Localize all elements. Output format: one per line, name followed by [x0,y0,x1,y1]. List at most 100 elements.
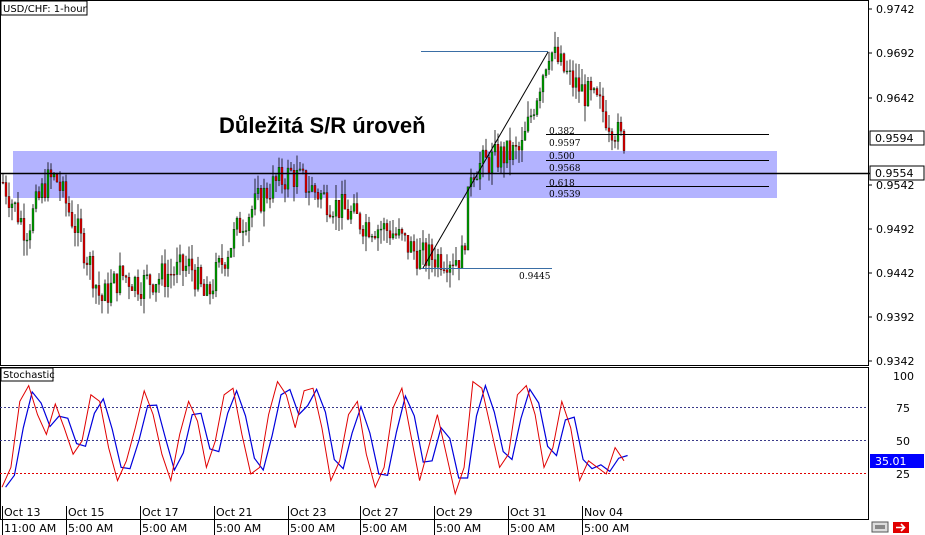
stochastic-title: Stochastic [3,370,55,381]
candle-body [358,213,362,230]
time-tick-time: 11:00 AM [4,522,56,535]
candle-body [508,140,512,160]
candle-body [343,194,347,210]
candle-body [19,218,23,223]
candle-body [178,254,182,263]
candle-body [355,203,359,214]
candle-body [322,192,326,194]
candle-body [229,248,233,258]
candle-body [568,70,572,72]
candle-body [217,258,221,263]
candle-body [73,226,77,233]
candle-body [589,81,593,91]
candle-body [247,217,251,231]
candle-body [25,239,29,242]
time-tick-time: 5:00 AM [290,522,335,535]
candle-body [406,235,410,253]
candle-body [451,264,455,267]
candle-body [475,178,479,181]
candle-body [244,230,248,232]
candle-body [256,188,260,194]
time-tick-date: Oct 17 [142,506,179,519]
candle-body [103,283,107,301]
candle-body [151,284,155,293]
time-tick-date: Oct 29 [436,506,473,519]
candle-body [241,230,245,233]
stoch-axis-label: 75 [896,402,910,415]
candle-body [34,191,38,209]
time-tick-date: Oct 15 [68,506,105,519]
fib-level-618-price: 0.9539 [549,190,581,200]
candle-body [91,255,95,289]
candle-body [598,94,602,97]
candle-body [595,88,599,95]
candle-body [391,233,395,239]
candle-body [94,285,98,289]
candle-body [223,264,227,269]
candle-body [238,217,242,233]
candle-body [571,70,575,88]
candle-body [55,173,59,183]
candle-body [370,236,374,238]
candle-body [409,241,413,253]
candle-body [4,182,8,197]
candle-body [196,267,200,290]
candle-body [373,236,377,239]
candle-body [613,140,617,142]
candle-body [610,131,614,141]
candle-body [139,294,143,299]
candle-body [319,193,323,200]
candle-body [232,229,236,249]
candle-body [298,168,302,171]
candle-body [361,228,365,237]
candle-body [292,170,296,187]
candle-body [289,167,293,171]
price-tick: 0.9442 [876,267,915,280]
candle-body [100,295,104,301]
candle-body [382,223,386,230]
candle-body [580,84,584,92]
candle-body [397,229,401,236]
time-tick-time: 5:00 AM [510,522,555,535]
candle-body [559,53,563,63]
fib-level-500-price: 0.9568 [549,164,581,174]
candle-body [214,262,218,292]
candle-body [301,168,305,171]
candle-body [307,191,311,193]
candle-body [436,254,440,268]
candle-body [61,181,65,191]
time-tick-time: 5:00 AM [362,522,407,535]
candle-body [295,169,299,187]
fib-level-618-ratio: 0.618 [549,179,575,189]
time-tick-date: Nov 04 [584,506,623,519]
candle-body [13,202,17,205]
price-tick: 0.9392 [876,311,915,324]
go-to-end-icon[interactable] [893,522,909,533]
candle-body [40,183,44,199]
annotation-text: Důležitá S/R úroveň [219,113,426,138]
candle-body [415,250,419,269]
candle-body [562,53,566,72]
candle-body [205,284,209,296]
price-tick: 0.9342 [876,355,915,368]
price-tick: 0.9642 [876,92,915,105]
time-tick-date: Oct 13 [4,506,41,519]
candle-body [274,176,278,181]
candle-body [550,52,554,62]
fib-level-382-price: 0.9597 [549,139,581,149]
candle-body [466,186,470,251]
candle-body [109,282,113,303]
candle-body [529,115,533,118]
candle-body [454,260,458,266]
scroll-icon[interactable] [871,521,889,533]
candle-body [88,255,92,265]
candle-body [346,209,350,220]
candle-body [7,196,11,208]
time-tick-time: 5:00 AM [216,522,261,535]
candle-body [433,259,437,268]
candle-body [199,267,203,285]
candle-body [10,203,14,208]
candle-body [385,223,389,231]
chart-title: USD/CHF: 1-hour [3,4,88,15]
candle-body [556,46,560,63]
